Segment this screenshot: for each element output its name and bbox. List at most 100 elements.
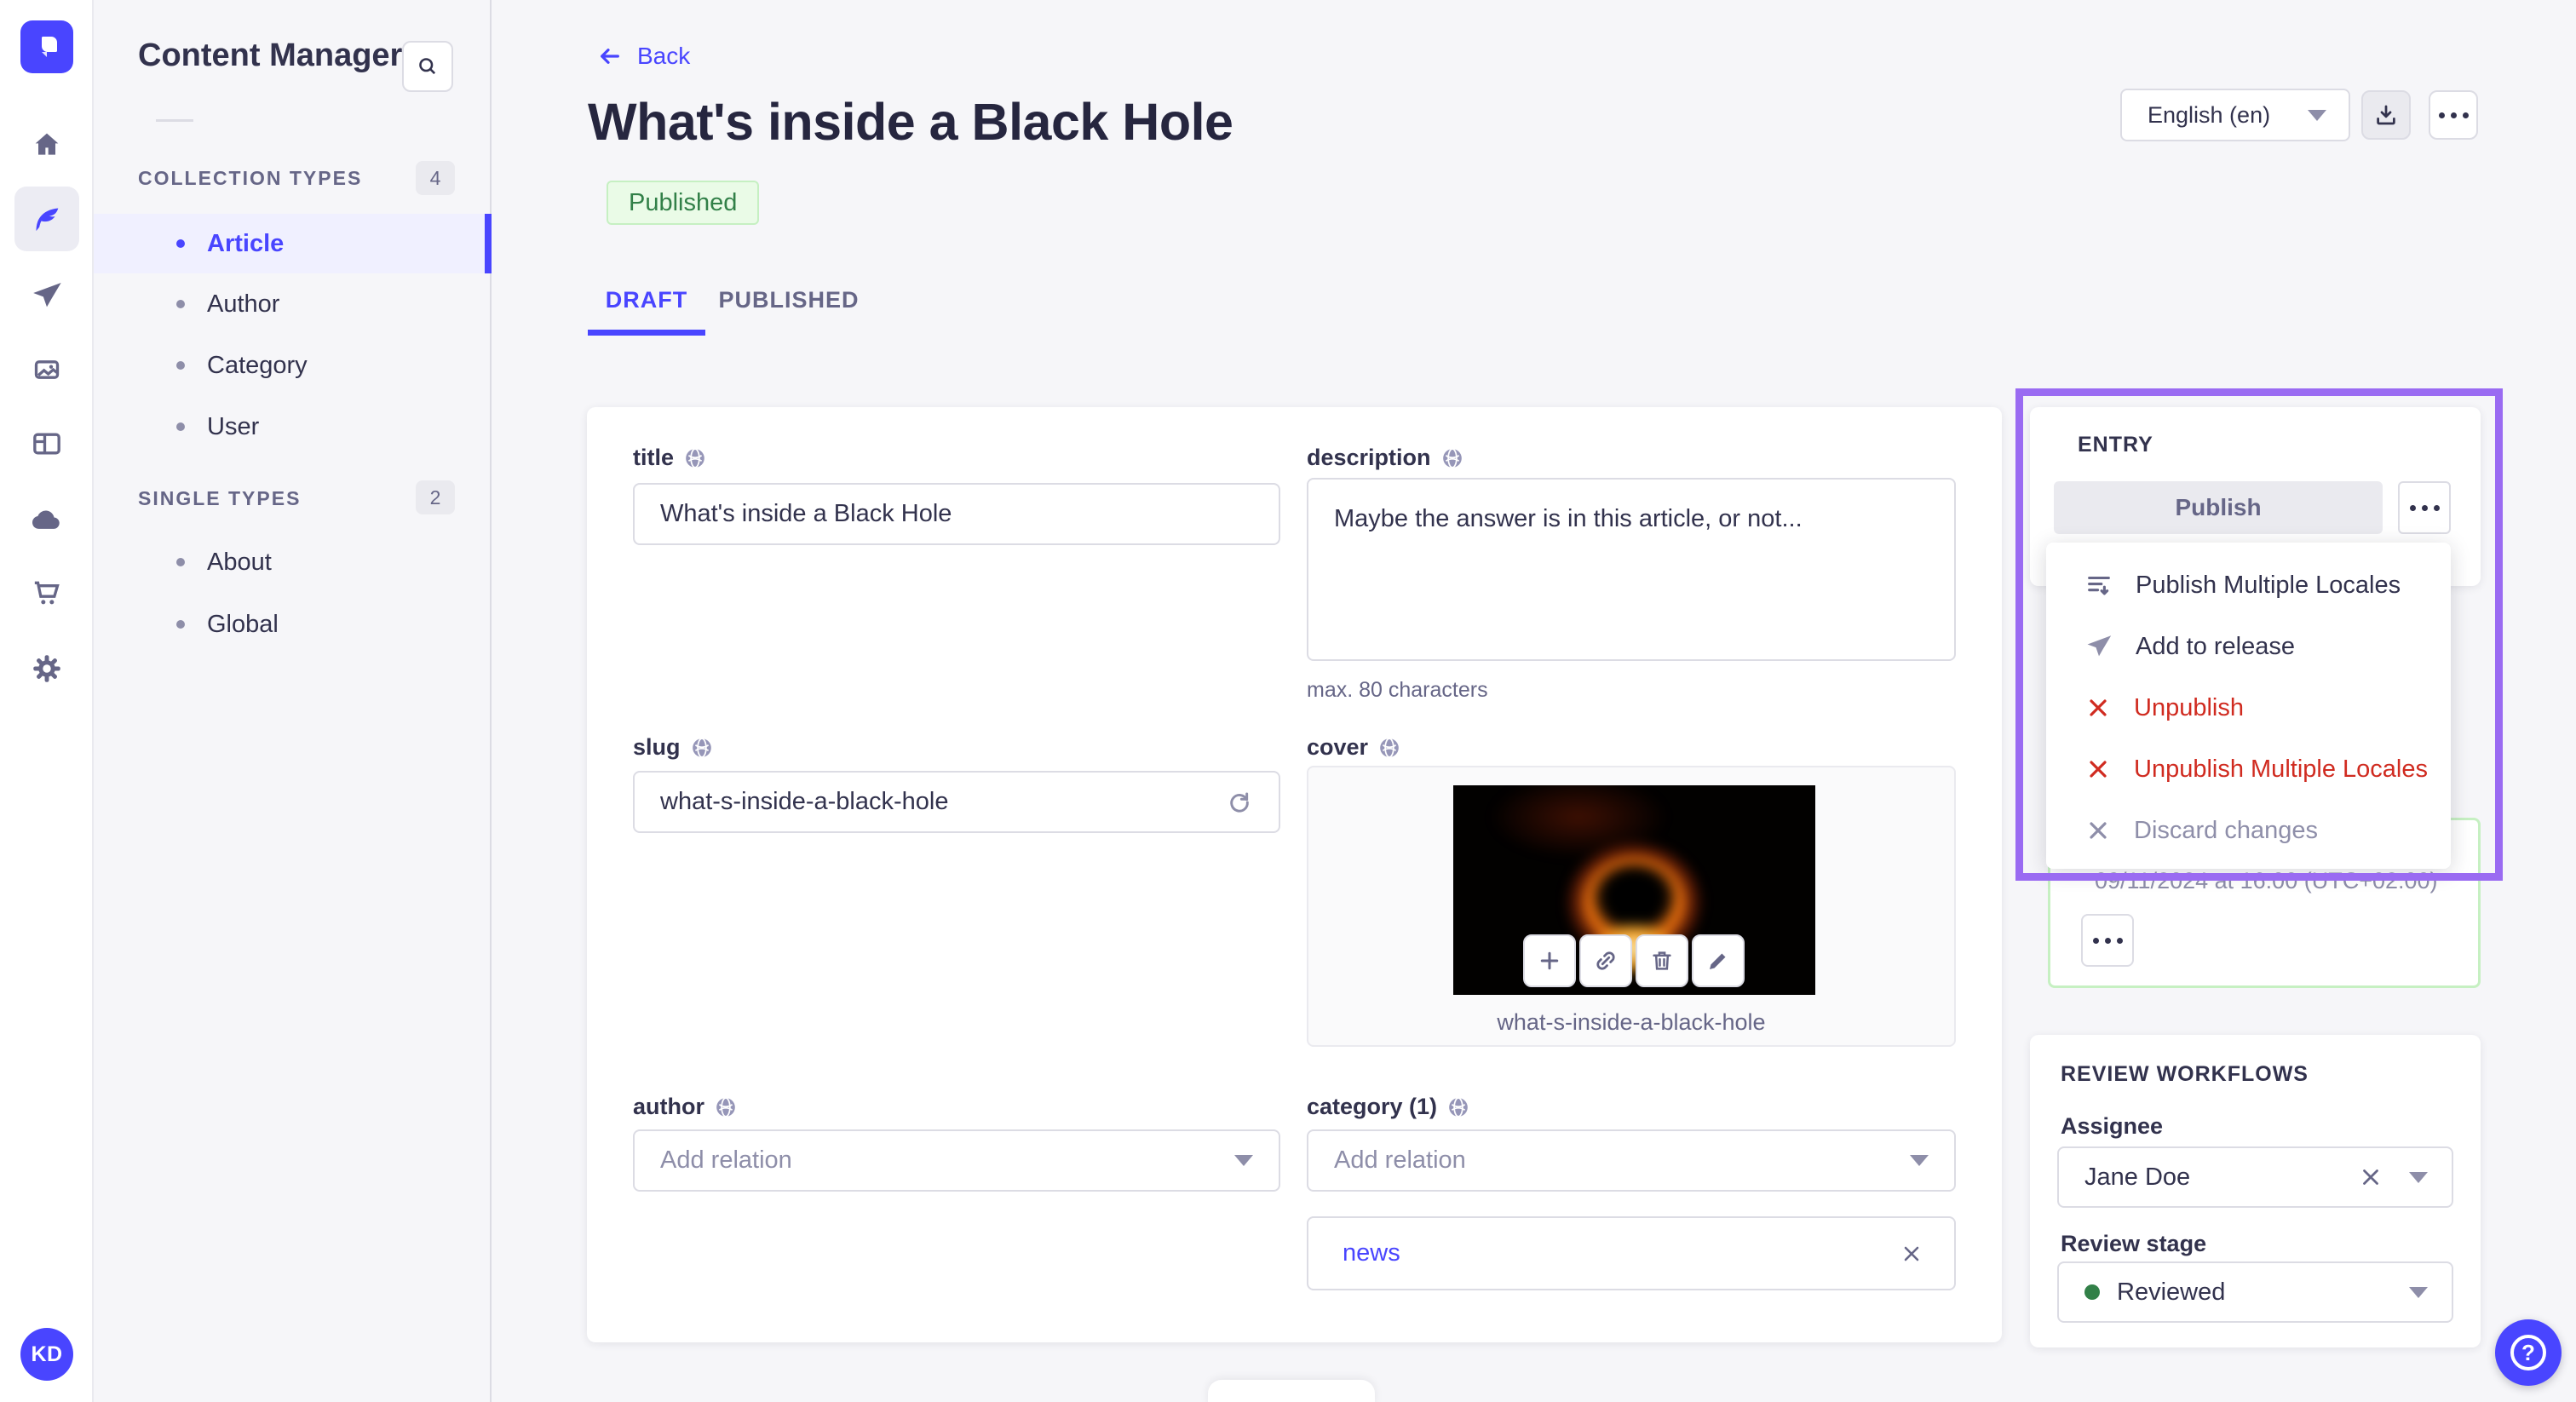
menu-item-publish-multiple-locales[interactable]: Publish Multiple Locales — [2046, 554, 2451, 616]
category-field-label: category (1) — [1307, 1094, 1469, 1120]
publish-options-menu: Publish Multiple Locales Add to release … — [2046, 543, 2451, 869]
bullet-icon — [176, 300, 185, 308]
sidebar-title: Content Manager — [138, 37, 403, 73]
plus-icon — [1540, 951, 1559, 970]
x-icon — [2090, 822, 2107, 839]
title-field-label: title — [633, 445, 706, 471]
bullet-icon — [176, 422, 185, 431]
strapi-logo-icon — [42, 37, 57, 57]
export-download-button[interactable] — [2361, 90, 2411, 140]
content-type-builder-icon[interactable] — [14, 411, 79, 476]
field-label-text: Review stage — [2061, 1231, 2207, 1256]
cover-copy-link-button[interactable] — [1579, 934, 1632, 987]
menu-item-discard-changes[interactable]: Discard changes — [2046, 800, 2451, 861]
globe-icon — [716, 1096, 735, 1118]
sidebar-item-label: About — [207, 548, 272, 576]
description-textarea[interactable]: Maybe the answer is in this article, or … — [1307, 478, 1956, 661]
left-rail: KD — [0, 0, 94, 1402]
release-more-button[interactable] — [2081, 914, 2134, 967]
tab-draft[interactable]: DRAFT — [588, 264, 705, 336]
assignee-label: Assignee — [2061, 1113, 2163, 1140]
releases-plane-icon[interactable] — [14, 263, 79, 328]
marketplace-cart-icon[interactable] — [14, 560, 79, 625]
avatar-initials: KD — [31, 1342, 63, 1366]
cover-delete-button[interactable] — [1636, 934, 1688, 987]
search-button[interactable] — [402, 41, 453, 92]
assignee-select[interactable]: Jane Doe — [2057, 1146, 2453, 1208]
description-hint: max. 80 characters — [1307, 678, 1488, 702]
title-input[interactable]: What's inside a Black Hole — [633, 483, 1280, 545]
review-stage-value: Reviewed — [2117, 1278, 2226, 1306]
back-button[interactable]: Back — [596, 43, 690, 70]
chevron-down-icon — [2308, 109, 2326, 121]
cover-edit-button[interactable] — [1692, 934, 1745, 987]
field-label-text: title — [633, 445, 675, 470]
author-field-label: author — [633, 1094, 737, 1120]
menu-item-unpublish-multiple-locales[interactable]: Unpublish Multiple Locales — [2046, 738, 2451, 800]
sidebar-item-label: Global — [207, 610, 279, 638]
sidebar-item-global[interactable]: Global — [94, 595, 492, 654]
cloud-icon[interactable] — [14, 487, 79, 552]
download-icon — [2377, 105, 2395, 125]
cover-add-button[interactable] — [1523, 934, 1576, 987]
chevron-down-icon — [1234, 1155, 1253, 1166]
sidebar-item-about[interactable]: About — [94, 532, 492, 592]
globe-icon — [1380, 737, 1399, 758]
bullet-icon — [176, 558, 185, 566]
menu-item-label: Discard changes — [2134, 816, 2318, 844]
entry-more-button[interactable] — [2398, 481, 2451, 534]
menu-item-unpublish[interactable]: Unpublish — [2046, 677, 2451, 738]
tab-published-label: PUBLISHED — [718, 286, 860, 313]
paper-plane-icon — [2087, 635, 2112, 657]
field-label-text: Assignee — [2061, 1113, 2164, 1139]
content-manager-feather-icon[interactable] — [14, 187, 79, 251]
settings-gear-icon[interactable] — [14, 636, 79, 701]
strapi-logo[interactable] — [20, 20, 73, 73]
entry-panel-title: ENTRY — [2078, 433, 2153, 457]
sidebar-item-label: User — [207, 412, 260, 440]
globe-icon — [1449, 1096, 1468, 1118]
question-mark-icon: ? — [2510, 1335, 2546, 1370]
author-relation-select[interactable]: Add relation — [633, 1129, 1280, 1192]
regenerate-slug-icon[interactable] — [1226, 789, 1253, 816]
description-field-label: description — [1307, 445, 1463, 471]
sidebar-item-author[interactable]: Author — [94, 274, 492, 334]
help-button[interactable]: ? — [2495, 1319, 2562, 1386]
category-relation-select[interactable]: Add relation — [1307, 1129, 1956, 1192]
review-stage-select[interactable]: Reviewed — [2057, 1261, 2453, 1323]
globe-icon — [686, 447, 704, 468]
header-more-button[interactable] — [2429, 90, 2478, 140]
edit-form-card: title What's inside a Black Hole descrip… — [587, 407, 2002, 1342]
app-root: KD Content Manager COLLECTION TYPES 4 Ar… — [0, 0, 2576, 1402]
sidebar-item-category[interactable]: Category — [94, 336, 492, 395]
home-icon[interactable] — [14, 112, 79, 177]
relation-link-news[interactable]: news — [1343, 1239, 1400, 1267]
menu-item-label: Unpublish Multiple Locales — [2134, 755, 2428, 783]
section-single-types: SINGLE TYPES — [138, 487, 302, 509]
ellipsis-icon — [2092, 937, 2123, 944]
globe-icon — [692, 737, 711, 758]
sidebar-item-user[interactable]: User — [94, 397, 492, 457]
media-library-icon[interactable] — [14, 337, 79, 402]
menu-item-add-to-release[interactable]: Add to release — [2046, 616, 2451, 677]
ellipsis-icon — [2409, 504, 2440, 511]
slug-input[interactable]: what-s-inside-a-black-hole — [633, 771, 1280, 833]
bullet-icon — [176, 361, 185, 370]
field-label-text: description — [1307, 445, 1431, 470]
user-avatar[interactable]: KD — [20, 1328, 73, 1381]
remove-relation-icon[interactable] — [1900, 1242, 1923, 1266]
tab-published[interactable]: PUBLISHED — [718, 264, 860, 336]
sidebar-item-article[interactable]: Article — [94, 214, 492, 273]
slug-field-label: slug — [633, 734, 713, 761]
clear-assignee-icon[interactable] — [2358, 1164, 2383, 1190]
list-plus-icon — [2088, 576, 2110, 595]
author-placeholder: Add relation — [660, 1146, 792, 1174]
slug-input-value: what-s-inside-a-black-hole — [660, 788, 949, 815]
cover-field-label: cover — [1307, 734, 1400, 761]
publish-button[interactable]: Publish — [2054, 481, 2383, 534]
bullet-icon — [176, 620, 185, 629]
field-label-text: category (1) — [1307, 1094, 1438, 1119]
question-glyph: ? — [2521, 1339, 2535, 1365]
locale-select[interactable]: English (en) — [2120, 89, 2350, 141]
cover-media-card: what-s-inside-a-black-hole — [1307, 766, 1956, 1047]
